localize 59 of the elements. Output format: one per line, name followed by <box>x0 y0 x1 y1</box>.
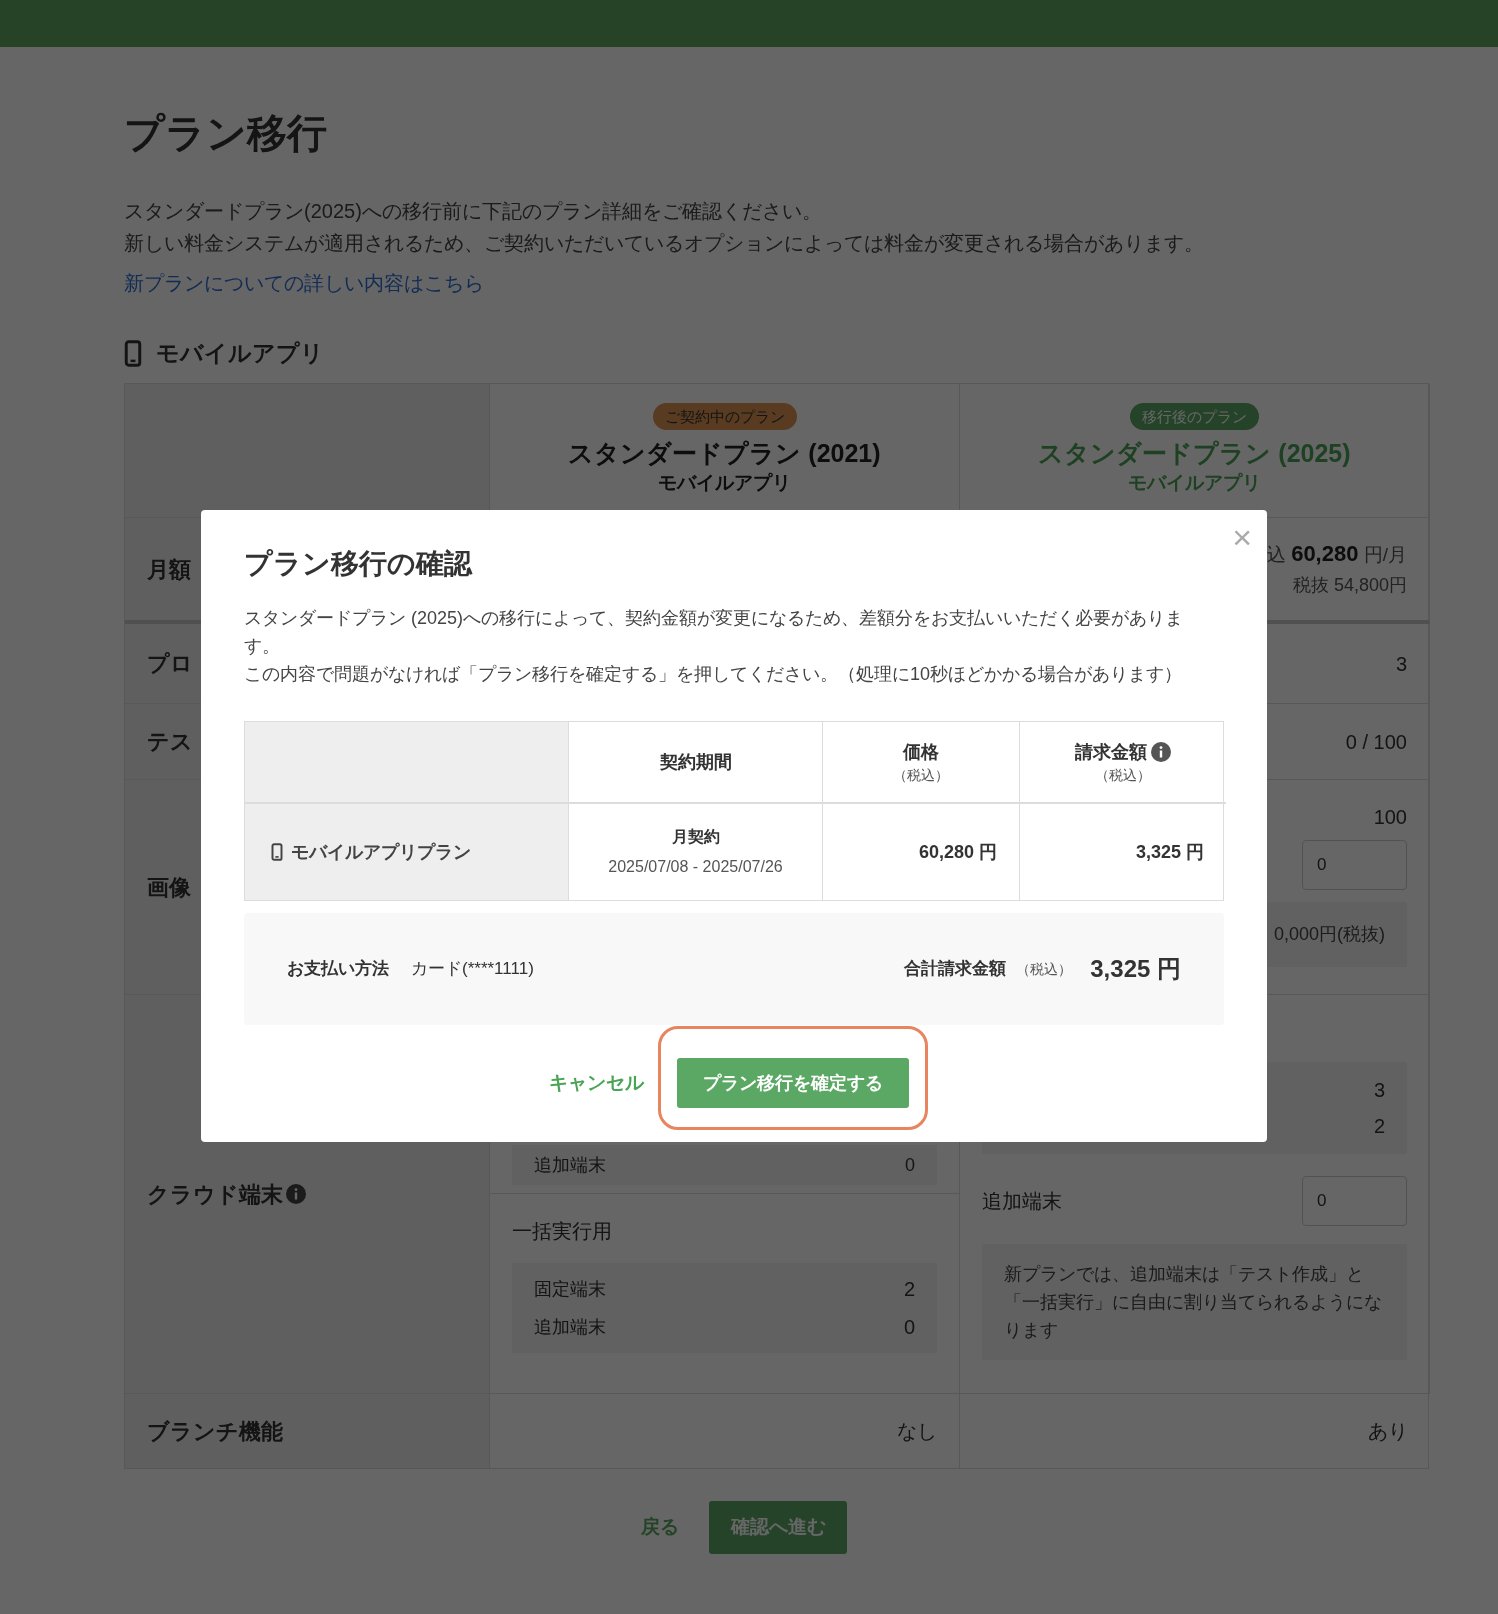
value-text: なし <box>897 1419 937 1444</box>
row-label: テス <box>147 728 193 756</box>
group-title: 一括実行用 <box>512 1219 613 1244</box>
terminal-count: 0 <box>905 1153 915 1177</box>
dialog-title: プラン移行の確認 <box>244 547 474 581</box>
column-header: 契約期間 <box>659 751 732 774</box>
tax-note: （税込） <box>893 766 949 785</box>
row-label: クラウド端末 <box>147 1180 283 1209</box>
column-header: 価格 <box>903 741 939 764</box>
payment-label: お支払い方法 <box>287 958 389 981</box>
monthly-price: 込 60,280 円/月 <box>1266 539 1407 568</box>
confirm-button[interactable]: プラン移行を確定する <box>677 1058 909 1108</box>
close-button[interactable]: × <box>1232 520 1252 554</box>
dialog-message: この内容で問題がなければ「プラン移行を確定する」を押してください。（処理に10秒ほどかかる場合があります） <box>244 663 1184 686</box>
cancel-link[interactable]: キャンセル <box>549 1068 644 1098</box>
value-text: 100 <box>1373 805 1407 830</box>
page-title: プラン移行 <box>124 113 328 153</box>
value-text: 0 / 100 <box>1345 729 1407 755</box>
plan-badge: 移行後のプラン <box>1130 403 1259 430</box>
row-label: プロ <box>147 650 193 678</box>
value-text: あり <box>1368 1419 1408 1444</box>
extra-terminal-input[interactable]: 0 <box>1302 1176 1407 1226</box>
plan-subtitle: モバイルアプリ <box>658 471 791 495</box>
column-header: 請求金額 <box>1075 741 1147 764</box>
billing-value: 3,325 円 <box>1135 840 1204 864</box>
terminal-label: 追加端末 <box>534 1316 606 1339</box>
dialog-message: スタンダードプラン (2025)への移行によって、契約金額が変更になるため、差額分をお支払いいただく必要があります。 <box>244 607 1185 658</box>
description-text: スタンダードプラン(2025)への移行前に下記のプラン詳細をご確認ください。 <box>124 199 823 224</box>
plan-badge: ご契約中のプラン <box>652 403 797 430</box>
row-label: ブランチ機能 <box>147 1417 283 1446</box>
price-value: 60,280 円 <box>918 840 997 864</box>
quantity-input[interactable]: 0 <box>1302 840 1407 890</box>
terminal-label: 追加端末 <box>982 1189 1062 1214</box>
terminal-label: 固定端末 <box>534 1278 606 1301</box>
proceed-button[interactable]: 確認へ進む <box>709 1501 847 1554</box>
contract-period: 2025/07/08 - 2025/07/26 <box>608 857 783 877</box>
plan-subtitle: モバイルアプリ <box>1128 471 1261 495</box>
phone-icon <box>124 339 142 367</box>
terminal-label: 追加端末 <box>534 1153 606 1177</box>
plan-label: モバイルアプリプラン <box>291 840 471 864</box>
info-icon <box>286 1184 306 1204</box>
row-label: 月額 <box>147 555 191 584</box>
terminal-count: 0 <box>903 1315 915 1340</box>
row-label: 画像 <box>147 873 191 902</box>
terminal-count: 2 <box>1373 1114 1385 1139</box>
plan-name: スタンダードプラン (2025) <box>1038 438 1351 469</box>
description-text: 新しい料金システムが適用されるため、ご契約いただいているオプションによっては料金が変更される場合があります。 <box>124 231 1205 256</box>
details-link[interactable]: 新プランについての詳しい内容はこちら <box>124 267 484 299</box>
section-title: モバイルアプリ <box>156 338 324 368</box>
terminal-count: 3 <box>1373 1078 1385 1103</box>
contract-type: 月契約 <box>671 827 720 847</box>
terminal-count: 2 <box>903 1277 915 1302</box>
value-text: 3 <box>1395 651 1407 677</box>
back-link[interactable]: 戻る <box>641 1513 679 1542</box>
payment-method: カード(****1111) <box>411 958 534 981</box>
phone-icon <box>271 843 283 861</box>
plan-name: スタンダードプラン (2021) <box>568 438 881 469</box>
tax-note: （税込） <box>1095 766 1151 785</box>
price-excluding-tax: 税抜 54,800円 <box>1292 573 1407 597</box>
